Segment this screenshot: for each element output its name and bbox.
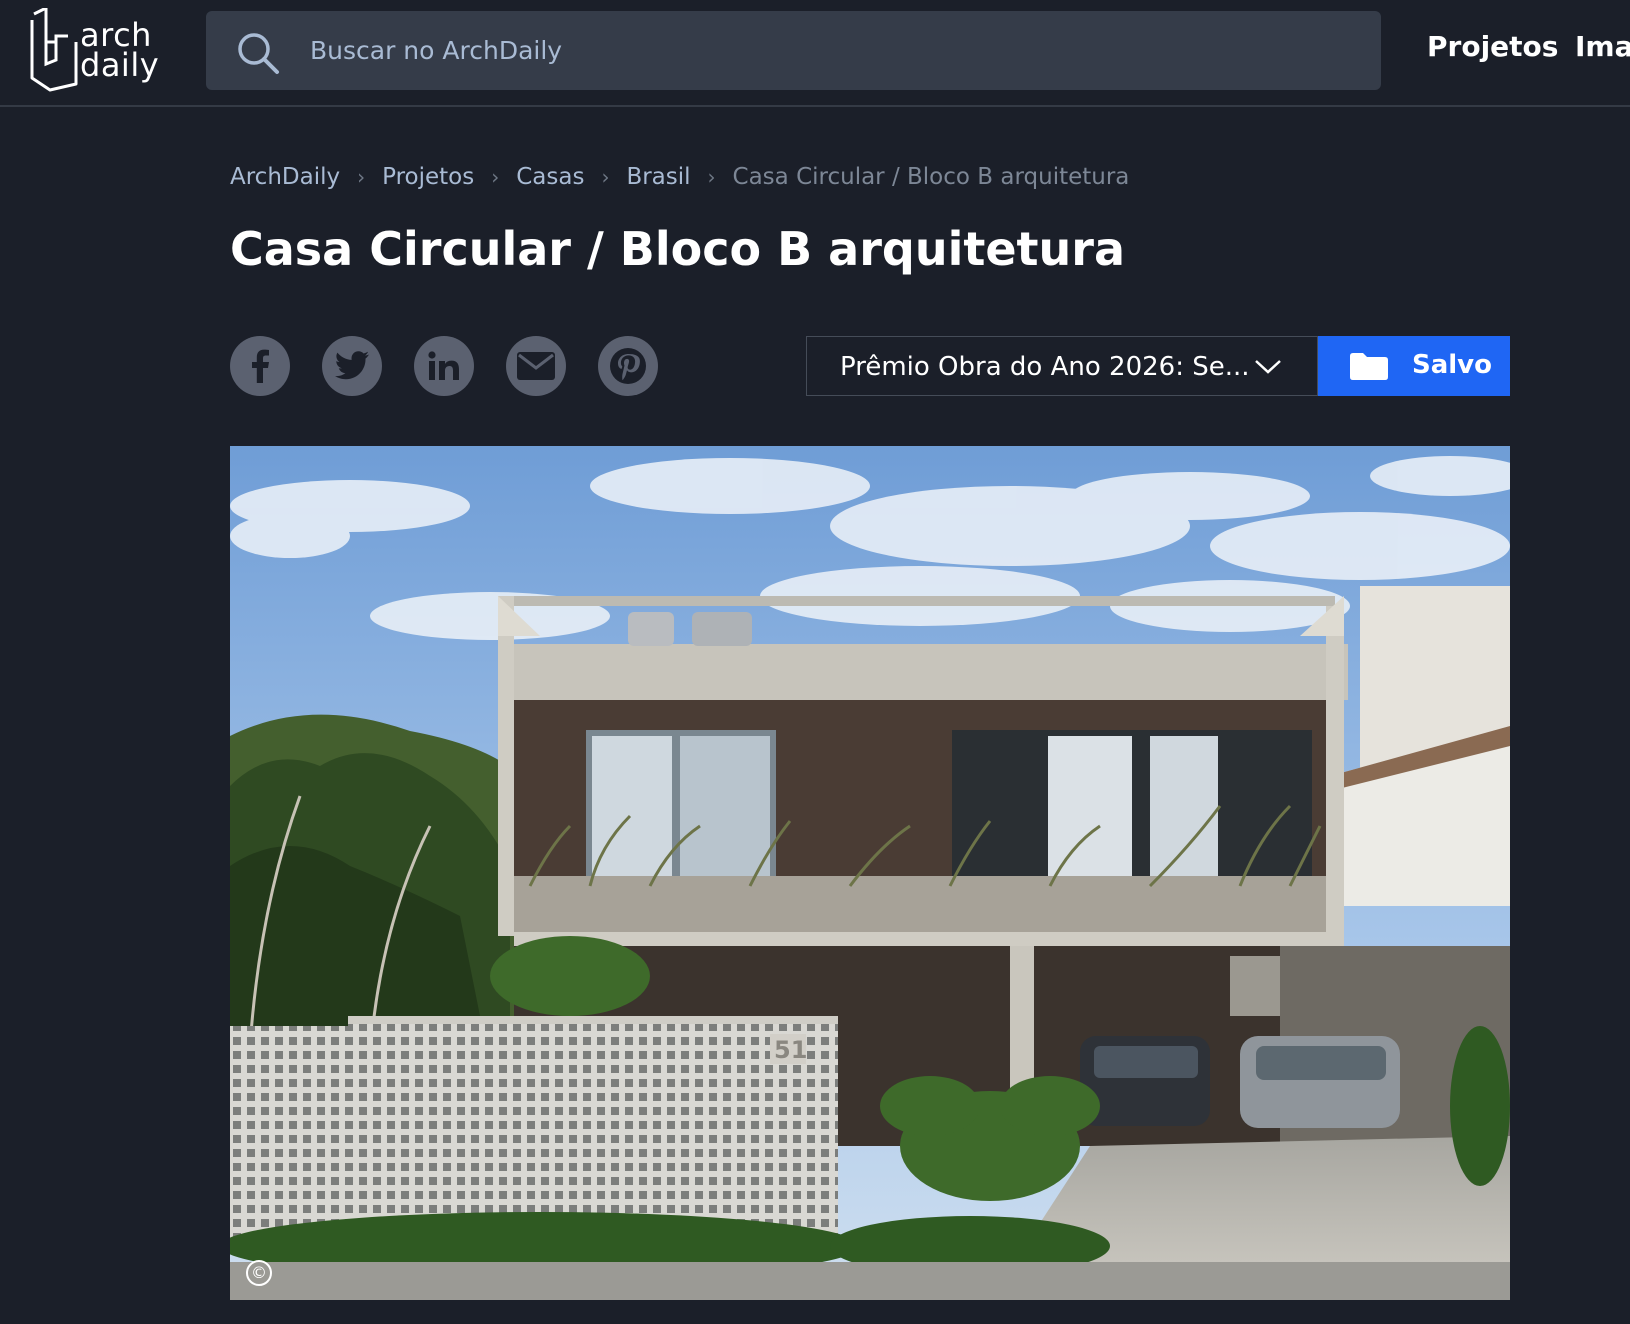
search-bar[interactable] — [206, 11, 1381, 90]
share-email-button[interactable] — [506, 336, 566, 396]
collection-selected: Prêmio Obra do Ano 2026: Se... — [840, 352, 1250, 382]
breadcrumb-archdaily[interactable]: ArchDaily — [230, 164, 340, 190]
chevron-down-icon — [1255, 360, 1281, 374]
logo-text-daily: daily — [80, 46, 160, 84]
pinterest-icon — [610, 348, 646, 384]
breadcrumb-projetos[interactable]: Projetos — [382, 164, 474, 190]
chevron-right-icon: › — [491, 165, 500, 189]
twitter-icon — [335, 351, 369, 380]
search-input[interactable] — [310, 11, 1350, 90]
share-pinterest-button[interactable] — [598, 336, 658, 396]
chevron-right-icon: › — [357, 165, 366, 189]
house-photo-illustration: 51 — [230, 446, 1510, 1300]
email-icon — [517, 352, 555, 380]
page-title: Casa Circular / Bloco B arquitetura — [230, 222, 1126, 276]
breadcrumb-current: Casa Circular / Bloco B arquitetura — [732, 164, 1130, 190]
breadcrumb-brasil[interactable]: Brasil — [626, 164, 690, 190]
share-buttons — [230, 336, 690, 396]
linkedin-icon — [428, 351, 459, 380]
share-linkedin-button[interactable] — [414, 336, 474, 396]
copyright-icon[interactable]: © — [246, 1260, 272, 1286]
logo-mark-icon — [30, 8, 78, 92]
share-twitter-button[interactable] — [322, 336, 382, 396]
breadcrumb: ArchDaily › Projetos › Casas › Brasil › … — [230, 164, 1129, 190]
breadcrumb-casas[interactable]: Casas — [516, 164, 584, 190]
facebook-icon — [252, 349, 269, 383]
collection-dropdown[interactable]: Prêmio Obra do Ano 2026: Se... — [806, 336, 1318, 396]
chevron-right-icon: › — [707, 165, 716, 189]
chevron-right-icon: › — [601, 165, 610, 189]
share-facebook-button[interactable] — [230, 336, 290, 396]
hero-photo[interactable]: 51 © — [230, 446, 1510, 1300]
save-button[interactable]: Salvo — [1318, 336, 1510, 396]
site-header: arch daily Projetos Ima — [0, 0, 1630, 107]
folder-icon — [1350, 353, 1388, 380]
search-icon[interactable] — [236, 31, 280, 75]
house-number: 51 — [774, 1036, 807, 1064]
nav-projetos[interactable]: Projetos — [1427, 30, 1558, 63]
save-label: Salvo — [1412, 350, 1492, 380]
archdaily-logo[interactable]: arch daily — [28, 8, 168, 94]
nav-imagens[interactable]: Ima — [1575, 30, 1630, 63]
